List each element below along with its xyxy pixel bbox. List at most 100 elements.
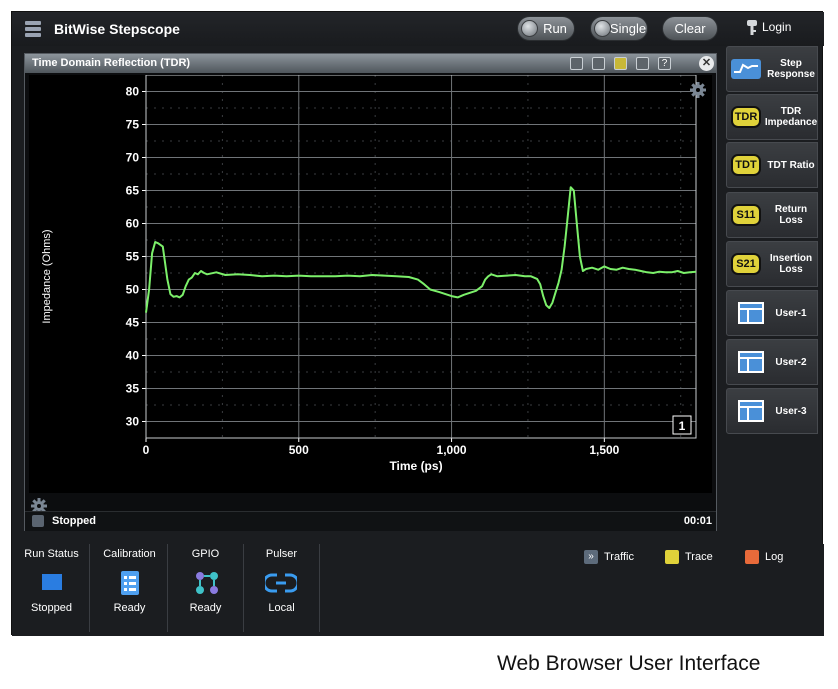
run-button-label: Run: [543, 21, 567, 36]
tdt-badge-icon: TDT: [731, 154, 761, 176]
y-axis-label: Impedance (Ohms): [41, 229, 53, 323]
help-icon[interactable]: ?: [658, 57, 671, 70]
menu-icon[interactable]: [25, 21, 41, 38]
run-status-tile[interactable]: Run Status Stopped: [14, 544, 90, 632]
tile-title: Pulser: [265, 548, 298, 560]
stop-square-icon: [42, 574, 62, 590]
pulser-tile[interactable]: Pulser Local: [244, 544, 320, 632]
user-layout-icon: [738, 302, 764, 324]
app-title: BitWise Stepscope: [54, 21, 180, 37]
single-button[interactable]: Single: [590, 16, 648, 41]
tile-title: GPIO: [191, 548, 220, 560]
trace-label: Trace: [685, 550, 713, 563]
sidebar-item-tdr-impedance[interactable]: TDR TDR Impedance: [726, 94, 818, 140]
calibration-tile[interactable]: Calibration Ready: [92, 544, 168, 632]
copy-icon[interactable]: [570, 57, 583, 70]
sidebar-item-label: User-1: [775, 307, 807, 319]
tdr-badge-icon: TDR: [731, 106, 761, 128]
sidebar-item-label: User-3: [775, 405, 807, 417]
y-tick-label: 75: [126, 118, 140, 132]
sidebar-item-user-1[interactable]: User-1: [726, 290, 818, 336]
y-tick-label: 30: [126, 415, 140, 429]
gpio-icon: [196, 572, 218, 594]
tile-title: Run Status: [24, 548, 79, 560]
x-axis-label: Time (ps): [389, 459, 442, 473]
login-label: Login: [762, 20, 792, 35]
tile-value: Ready: [113, 602, 146, 614]
x-tick-label: 1,000: [437, 443, 467, 457]
y-tick-label: 65: [126, 184, 140, 198]
refresh-icon[interactable]: [32, 515, 44, 527]
sidebar-item-label: Return Loss: [774, 204, 808, 226]
traffic-label: Traffic: [604, 550, 634, 563]
y-tick-label: 40: [126, 349, 140, 363]
single-knob-icon: [594, 20, 611, 37]
status-text: Stopped: [52, 515, 96, 527]
user-layout-icon: [738, 400, 764, 422]
tdr-chart: 30 35 40 45 50 55 60 65 70 75 80 0 500 1,000 1,500 Time…: [41, 75, 697, 473]
tile-value: Local: [268, 602, 295, 614]
s21-badge-icon: S21: [731, 253, 761, 275]
sidebar-item-insertion-loss[interactable]: S21 Insertion Loss: [726, 241, 818, 287]
gpio-tile[interactable]: GPIO Ready: [168, 544, 244, 632]
figure-caption: Web Browser User Interface: [497, 652, 761, 675]
log-icon: [745, 550, 759, 564]
tile-value: Stopped: [31, 602, 72, 614]
log-link[interactable]: Log: [745, 550, 783, 564]
log-label: Log: [765, 550, 784, 563]
traffic-icon: »: [584, 550, 598, 564]
run-knob-icon: [521, 20, 538, 37]
tdr-window: Time Domain Reflection (TDR) ? ✕ 30 35 40 4…: [24, 53, 717, 531]
gear-icon[interactable]: [690, 82, 706, 98]
status-time: 00:01: [683, 515, 712, 527]
key-icon: [747, 20, 757, 35]
x-tick-label: 500: [289, 443, 309, 457]
sidebar-item-step-response[interactable]: Step Response: [726, 46, 818, 92]
sidebar-item-label: Insertion Loss: [769, 253, 813, 275]
expand-icon[interactable]: [636, 57, 649, 70]
top-bar: BitWise Stepscope Run Single Clear Login: [12, 12, 824, 46]
sidebar-item-label: Step Response: [767, 58, 815, 80]
image-icon[interactable]: [592, 57, 605, 70]
save-icon[interactable]: [614, 57, 627, 70]
traffic-link[interactable]: » Traffic: [584, 550, 634, 564]
y-tick-label: 70: [126, 151, 140, 165]
status-bar: Stopped 00:01: [25, 511, 716, 531]
step-response-icon: [731, 59, 761, 79]
s11-badge-icon: S11: [731, 204, 761, 226]
window-title: Time Domain Reflection (TDR): [32, 57, 191, 69]
user-layout-icon: [738, 351, 764, 373]
y-tick-label: 35: [126, 382, 140, 396]
run-button[interactable]: Run: [517, 16, 575, 41]
link-icon: [265, 573, 297, 593]
y-tick-label: 45: [126, 316, 140, 330]
app-window: BitWise Stepscope Run Single Clear Login…: [11, 11, 824, 636]
tile-title: Calibration: [103, 548, 156, 560]
checklist-icon: [121, 571, 139, 595]
y-tick-label: 50: [126, 283, 140, 297]
sidebar-item-return-loss[interactable]: S11 Return Loss: [726, 192, 818, 238]
bottom-toolbar: Run Status Stopped Calibration Ready GPI…: [12, 544, 824, 636]
y-tick-label: 60: [126, 217, 140, 231]
x-tick-label: 1,500: [589, 443, 619, 457]
clear-button[interactable]: Clear: [662, 16, 718, 41]
window-titlebar[interactable]: Time Domain Reflection (TDR) ? ✕: [25, 54, 716, 73]
trace-link[interactable]: Trace: [665, 550, 713, 564]
sidebar-item-user-3[interactable]: User-3: [726, 388, 818, 434]
trace-icon: [665, 550, 679, 564]
x-tick-label: 0: [143, 443, 150, 457]
login-button[interactable]: Login: [746, 20, 791, 36]
y-tick-label: 55: [126, 250, 140, 264]
sidebar-item-label: TDT Ratio: [767, 159, 815, 171]
tile-value: Ready: [189, 602, 222, 614]
marker-label: 1: [679, 419, 686, 433]
plot-area[interactable]: 30 35 40 45 50 55 60 65 70 75 80 0 500 1,000 1,500 Time…: [29, 75, 712, 493]
sidebar-item-tdt-ratio[interactable]: TDT TDT Ratio: [726, 142, 818, 188]
close-icon[interactable]: ✕: [699, 56, 714, 71]
impedance-trace: [145, 186, 697, 313]
y-tick-label: 80: [126, 85, 140, 99]
sidebar-item-user-2[interactable]: User-2: [726, 339, 818, 385]
sidebar-item-label: TDR Impedance: [764, 106, 818, 128]
single-button-label: Single: [609, 21, 647, 36]
sidebar-item-label: User-2: [775, 356, 807, 368]
